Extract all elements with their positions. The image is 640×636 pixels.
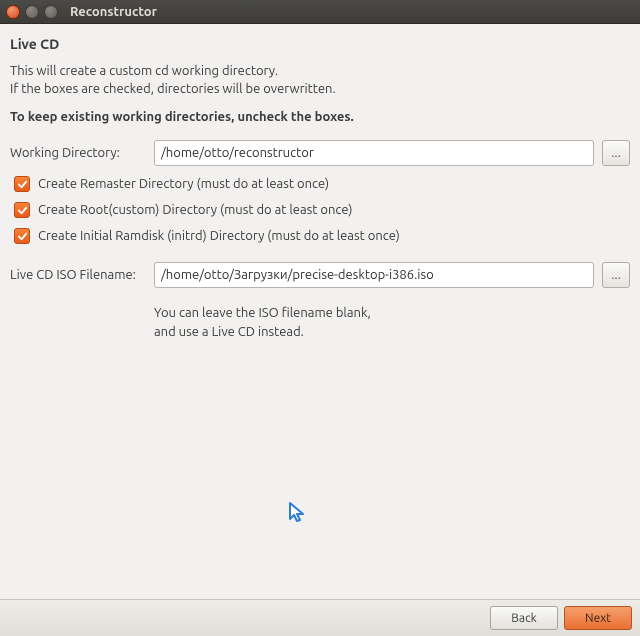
checkbox-root-row: Create Root(custom) Directory (must do a… — [14, 202, 630, 218]
check-icon — [17, 231, 28, 242]
cursor-icon — [288, 501, 308, 525]
page-heading: Live CD — [10, 36, 630, 52]
iso-hint-line2: and use a Live CD instead. — [154, 325, 304, 339]
next-button[interactable]: Next — [564, 606, 632, 630]
maximize-icon[interactable] — [44, 5, 58, 19]
description-line2: If the boxes are checked, directories wi… — [10, 82, 336, 96]
working-directory-label: Working Directory: — [10, 146, 146, 160]
description: This will create a custom cd working dir… — [10, 62, 630, 98]
checkbox-initrd-row: Create Initial Ramdisk (initrd) Director… — [14, 228, 630, 244]
iso-filename-input[interactable] — [154, 262, 594, 288]
iso-browse-button[interactable]: ... — [602, 262, 630, 288]
checkbox-remaster-row: Create Remaster Directory (must do at le… — [14, 176, 630, 192]
content-area: Live CD This will create a custom cd wor… — [0, 24, 640, 599]
window-title: Reconstructor — [70, 5, 157, 19]
checkbox-root[interactable] — [14, 202, 30, 218]
titlebar: Reconstructor — [0, 0, 640, 24]
working-directory-row: Working Directory: ... — [10, 140, 630, 166]
iso-hint: You can leave the ISO filename blank, an… — [154, 304, 630, 340]
iso-row: Live CD ISO Filename: ... — [10, 262, 630, 288]
window-controls — [6, 5, 58, 19]
checkbox-initrd[interactable] — [14, 228, 30, 244]
working-directory-input[interactable] — [154, 140, 594, 166]
footer: Back Next — [0, 599, 640, 636]
iso-hint-line1: You can leave the ISO filename blank, — [154, 306, 371, 320]
working-directory-browse-button[interactable]: ... — [602, 140, 630, 166]
checkbox-root-label[interactable]: Create Root(custom) Directory (must do a… — [38, 203, 353, 217]
back-button[interactable]: Back — [490, 606, 558, 630]
checkbox-remaster-label[interactable]: Create Remaster Directory (must do at le… — [38, 177, 329, 191]
spacer — [10, 341, 630, 593]
keep-note: To keep existing working directories, un… — [10, 110, 630, 124]
close-icon[interactable] — [6, 5, 20, 19]
check-icon — [17, 179, 28, 190]
checkbox-initrd-label[interactable]: Create Initial Ramdisk (initrd) Director… — [38, 229, 400, 243]
minimize-icon[interactable] — [25, 5, 39, 19]
description-line1: This will create a custom cd working dir… — [10, 64, 278, 78]
iso-label: Live CD ISO Filename: — [10, 268, 146, 282]
check-icon — [17, 205, 28, 216]
checkbox-remaster[interactable] — [14, 176, 30, 192]
